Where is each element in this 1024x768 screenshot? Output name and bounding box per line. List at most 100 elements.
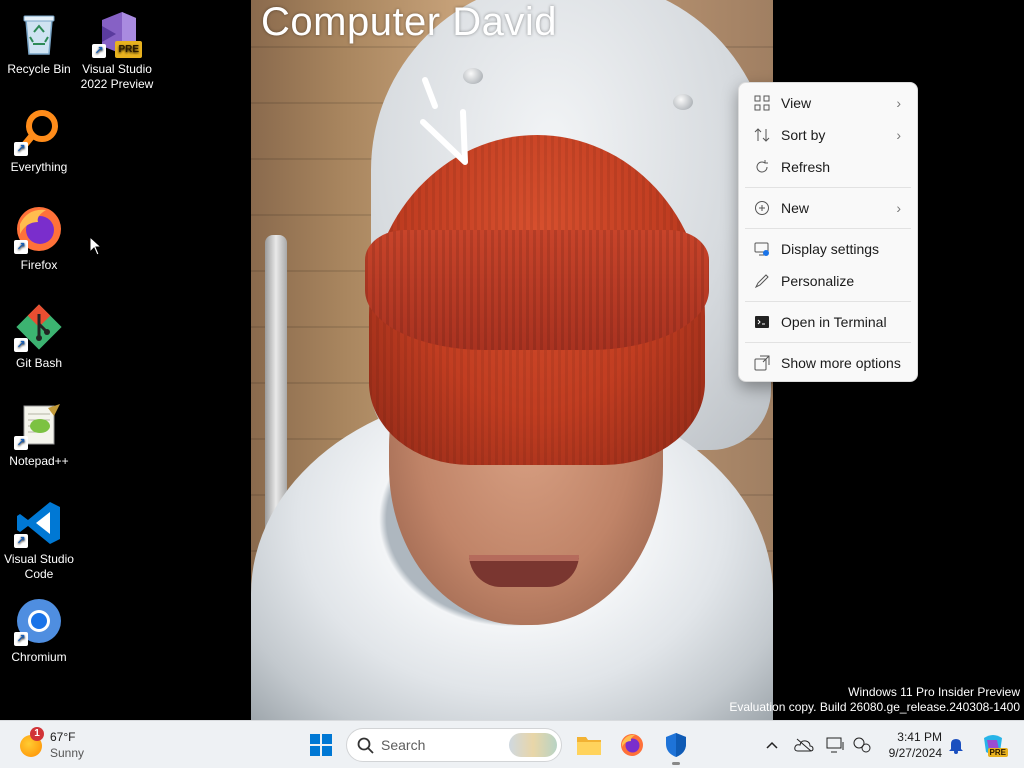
personalize-pen-icon bbox=[753, 273, 771, 289]
wallpaper-pipe bbox=[265, 235, 287, 535]
copilot-pre-badge: PRE bbox=[987, 748, 1008, 757]
wallpaper-caption: Computer David bbox=[261, 0, 558, 44]
weather-condition: Sunny bbox=[50, 746, 85, 760]
weather-widget[interactable]: 1 67°F Sunny bbox=[18, 727, 108, 763]
menu-separator bbox=[745, 187, 911, 188]
search-icon bbox=[357, 737, 374, 754]
chevron-right-icon: › bbox=[896, 127, 901, 143]
shortcut-arrow-icon: ↗ bbox=[14, 142, 28, 156]
firefox-icon: ↗ bbox=[14, 204, 64, 254]
desktop-icon-label: Chromium bbox=[11, 650, 67, 664]
desktop-icon-chromium[interactable]: ↗ Chromium bbox=[0, 596, 78, 665]
menu-item-label: Refresh bbox=[781, 159, 831, 175]
desktop-icon-everything[interactable]: ↗ Everything bbox=[0, 106, 78, 175]
desktop-icon-label: Recycle Bin bbox=[7, 62, 71, 76]
display-connect-icon[interactable] bbox=[826, 735, 846, 755]
start-button[interactable] bbox=[305, 729, 337, 761]
file-explorer-icon bbox=[577, 737, 601, 755]
show-more-icon bbox=[753, 355, 771, 371]
wallpaper-beanie-cuff bbox=[365, 230, 709, 350]
menu-item-refresh[interactable]: Refresh bbox=[739, 151, 917, 183]
taskbar-search-box[interactable]: Search bbox=[346, 728, 562, 762]
desktop-icon-label: Notepad++ bbox=[9, 454, 69, 468]
menu-item-sort-by[interactable]: Sort by › bbox=[739, 119, 917, 151]
menu-item-view[interactable]: View › bbox=[739, 87, 917, 119]
show-hidden-icons-chevron-up-icon[interactable] bbox=[762, 735, 782, 755]
menu-item-show-more-options[interactable]: Show more options bbox=[739, 347, 917, 379]
clock-time: 3:41 PM bbox=[897, 730, 942, 744]
wallpaper-bolt bbox=[673, 94, 693, 110]
weather-notification-badge: 1 bbox=[30, 727, 44, 741]
desktop-icon-label: Firefox bbox=[20, 258, 58, 272]
mouse-cursor-icon bbox=[89, 236, 103, 256]
menu-item-label: Display settings bbox=[781, 241, 880, 257]
everything-search-icon: ↗ bbox=[14, 106, 64, 156]
desktop-wallpaper: Computer David bbox=[251, 0, 773, 720]
search-placeholder: Search bbox=[381, 737, 426, 753]
menu-item-label: Sort by bbox=[781, 127, 826, 143]
new-plus-icon bbox=[753, 200, 771, 216]
visual-studio-preview-icon: ↗ PRE bbox=[92, 8, 142, 58]
desktop-icon-label: Visual Studio 2022 Preview bbox=[80, 62, 154, 91]
shortcut-arrow-icon: ↗ bbox=[14, 338, 28, 352]
chromium-icon: ↗ bbox=[14, 596, 64, 646]
network-settings-icon[interactable] bbox=[852, 735, 872, 755]
desktop-icon-recycle-bin[interactable]: Recycle Bin bbox=[0, 8, 78, 77]
desktop-icon-firefox[interactable]: ↗ Firefox bbox=[0, 204, 78, 273]
desktop-icon-git-bash[interactable]: ↗ Git Bash bbox=[0, 302, 78, 371]
shortcut-arrow-icon: ↗ bbox=[92, 44, 106, 58]
taskbar-clock[interactable]: 3:41 PM 9/27/2024 bbox=[884, 729, 942, 761]
menu-item-label: New bbox=[781, 200, 810, 216]
menu-item-label: Open in Terminal bbox=[781, 314, 887, 330]
menu-item-label: View bbox=[781, 95, 812, 111]
taskbar-windows-security[interactable] bbox=[660, 729, 692, 765]
sort-icon bbox=[753, 127, 771, 143]
copilot-preview-icon[interactable]: PRE bbox=[980, 735, 1008, 757]
menu-separator bbox=[745, 228, 911, 229]
notepad-plus-plus-icon: ↗ bbox=[14, 400, 64, 450]
menu-separator bbox=[745, 301, 911, 302]
display-settings-icon bbox=[753, 241, 771, 257]
shortcut-arrow-icon: ↗ bbox=[14, 632, 28, 646]
notification-bell-icon[interactable] bbox=[946, 735, 966, 755]
running-indicator bbox=[672, 762, 680, 765]
menu-separator bbox=[745, 342, 911, 343]
watermark-edition: Windows 11 Pro Insider Preview bbox=[848, 685, 1020, 699]
wallpaper-mouth bbox=[469, 555, 579, 587]
desktop-icon-label: Git Bash bbox=[15, 356, 63, 370]
chevron-right-icon: › bbox=[896, 200, 901, 216]
windows-watermark: Windows 11 Pro Insider Preview Evaluatio… bbox=[729, 685, 1020, 715]
menu-item-display-settings[interactable]: Display settings bbox=[739, 233, 917, 265]
desktop-icon-label: Everything bbox=[10, 160, 68, 174]
refresh-icon bbox=[753, 159, 771, 175]
pre-badge: PRE bbox=[115, 41, 142, 58]
menu-item-label: Personalize bbox=[781, 273, 855, 289]
terminal-icon bbox=[753, 314, 771, 330]
search-highlight-image bbox=[509, 733, 557, 757]
desktop-icon-visual-studio-preview[interactable]: ↗ PRE Visual Studio 2022 Preview bbox=[78, 8, 156, 92]
shortcut-arrow-icon: ↗ bbox=[14, 436, 28, 450]
wallpaper-arrow-mark bbox=[420, 77, 468, 165]
recycle-bin-icon bbox=[14, 8, 64, 58]
taskbar: 1 67°F Sunny Search 3:41 PM 9/27/2024 PR… bbox=[0, 720, 1024, 768]
shortcut-arrow-icon: ↗ bbox=[14, 240, 28, 254]
desktop-icon-notepad-plus-plus[interactable]: ↗ Notepad++ bbox=[0, 400, 78, 469]
onedrive-offline-icon[interactable] bbox=[794, 735, 814, 755]
clock-date: 9/27/2024 bbox=[888, 746, 942, 760]
vscode-icon: ↗ bbox=[14, 498, 64, 548]
weather-temperature: 67°F bbox=[50, 730, 76, 744]
desktop-context-menu: View › Sort by › Refresh New › Display s… bbox=[738, 82, 918, 382]
menu-item-new[interactable]: New › bbox=[739, 192, 917, 224]
menu-item-personalize[interactable]: Personalize bbox=[739, 265, 917, 297]
chevron-right-icon: › bbox=[896, 95, 901, 111]
view-grid-icon bbox=[753, 95, 771, 111]
windows-logo-icon bbox=[310, 734, 332, 756]
taskbar-firefox[interactable] bbox=[616, 729, 648, 761]
taskbar-file-explorer[interactable] bbox=[573, 729, 605, 761]
shortcut-arrow-icon: ↗ bbox=[14, 534, 28, 548]
desktop-icon-label: Visual Studio Code bbox=[4, 552, 74, 581]
menu-item-open-in-terminal[interactable]: Open in Terminal bbox=[739, 306, 917, 338]
windows-security-shield-icon bbox=[666, 733, 686, 757]
desktop-icon-vscode[interactable]: ↗ Visual Studio Code bbox=[0, 498, 78, 582]
firefox-icon bbox=[621, 734, 643, 756]
